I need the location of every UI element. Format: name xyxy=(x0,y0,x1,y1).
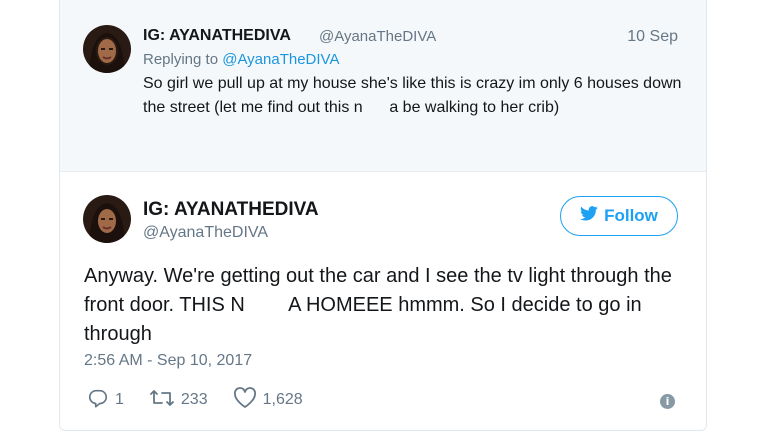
avatar[interactable] xyxy=(83,25,131,73)
reply-tweet-text: So girl we pull up at my house she's lik… xyxy=(143,75,686,116)
reply-icon xyxy=(87,387,109,414)
replying-to-handle[interactable]: @AyanaTheDIVA xyxy=(222,51,339,68)
tweet-timestamp[interactable]: 2:56 AM - Sep 10, 2017 xyxy=(84,352,252,370)
replying-prefix: Replying to xyxy=(143,51,219,68)
like-count: 1,628 xyxy=(262,391,303,408)
info-icon[interactable]: i xyxy=(660,394,675,409)
heart-icon xyxy=(233,386,257,414)
reply-tweet[interactable]: IG: AYANATHEDIVA @AyanaTheDIVA 10 Sep Re… xyxy=(60,0,706,172)
like-action[interactable]: 1,628 xyxy=(233,386,303,414)
user-handle[interactable]: @AyanaTheDIVA xyxy=(319,28,436,45)
tweet-date[interactable]: 10 Sep xyxy=(627,28,678,46)
display-name[interactable]: IG: AYANATHEDIVA xyxy=(143,199,319,221)
retweet-icon xyxy=(149,387,175,414)
tweet-actions: 1 233 1,628 xyxy=(87,386,328,414)
retweet-action[interactable]: 233 xyxy=(149,387,208,414)
main-tweet-text: Anyway. We're getting out the car and I … xyxy=(84,265,678,345)
twitter-bird-icon xyxy=(580,206,598,226)
retweet-count: 233 xyxy=(180,391,208,408)
tweet-embed-card: IG: AYANATHEDIVA @AyanaTheDIVA 10 Sep Re… xyxy=(59,0,707,431)
follow-button[interactable]: Follow xyxy=(560,196,678,236)
user-handle[interactable]: @AyanaTheDIVA xyxy=(143,224,268,242)
display-name[interactable]: IG: AYANATHEDIVA xyxy=(143,27,291,45)
follow-label: Follow xyxy=(604,206,658,225)
replying-to: Replying to @AyanaTheDIVA xyxy=(143,51,339,68)
reply-count: 1 xyxy=(115,391,124,408)
avatar[interactable] xyxy=(83,195,131,243)
reply-action[interactable]: 1 xyxy=(87,387,124,414)
